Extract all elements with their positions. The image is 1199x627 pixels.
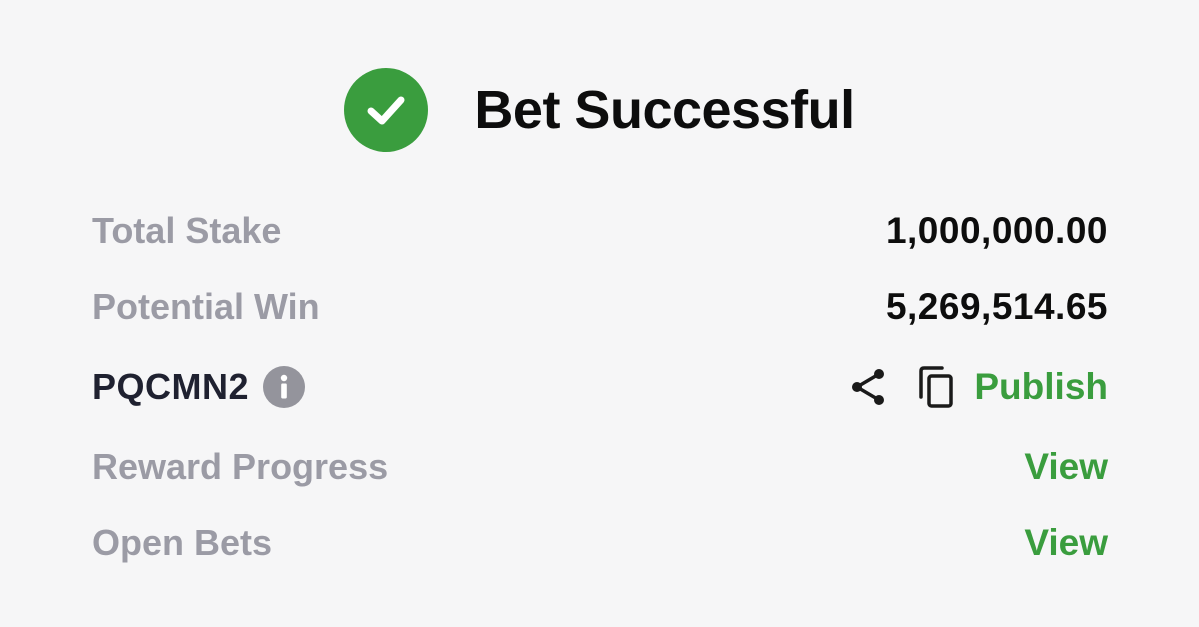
- booking-actions: Publish: [848, 365, 1108, 409]
- booking-code: PQCMN2: [92, 366, 250, 407]
- info-icon[interactable]: [263, 366, 306, 408]
- share-icon[interactable]: [848, 366, 890, 408]
- open-bets-view-link[interactable]: View: [1024, 522, 1108, 564]
- booking-code-group: PQCMN2: [92, 366, 306, 408]
- page-title: Bet Successful: [474, 80, 855, 140]
- reward-progress-view-link[interactable]: View: [1024, 446, 1108, 488]
- copy-icon[interactable]: [916, 365, 956, 409]
- booking-code-row: PQCMN2 Publish: [92, 357, 1108, 417]
- success-header: Bet Successful: [0, 66, 1199, 154]
- publish-button[interactable]: Publish: [974, 366, 1108, 408]
- potential-win-label: Potential Win: [92, 286, 320, 327]
- open-bets-label: Open Bets: [92, 522, 273, 563]
- reward-progress-row: Reward Progress View: [92, 437, 1108, 497]
- total-stake-value: 1,000,000.00: [885, 210, 1108, 251]
- check-circle-icon: [344, 68, 429, 152]
- total-stake-row: Total Stake 1,000,000.00: [92, 201, 1108, 261]
- potential-win-row: Potential Win 5,269,514.65: [92, 277, 1108, 337]
- potential-win-value: 5,269,514.65: [885, 286, 1108, 327]
- total-stake-label: Total Stake: [92, 210, 282, 251]
- open-bets-row: Open Bets View: [92, 513, 1108, 573]
- reward-progress-label: Reward Progress: [92, 446, 389, 487]
